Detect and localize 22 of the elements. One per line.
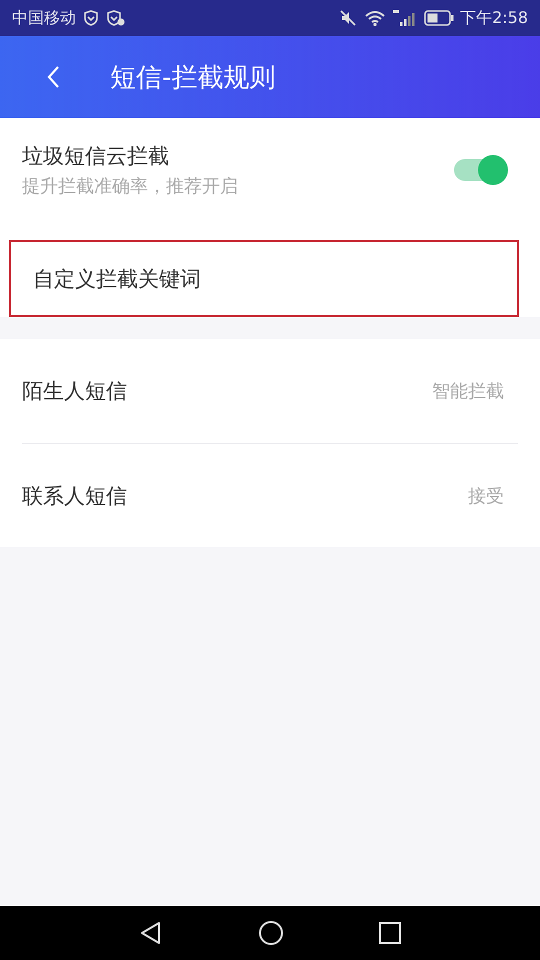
setting-title[interactable]: 联系人短信 (22, 482, 127, 510)
back-icon (46, 65, 60, 89)
shield-icon (82, 9, 100, 27)
settings-row[interactable]: 垃圾短信云拦截 提升拦截准确率，推荐开启 (22, 118, 518, 222)
highlighted-row[interactable]: 自定义拦截关键词 (9, 240, 519, 317)
setting-value: 接受 (468, 484, 504, 508)
setting-title[interactable]: 垃圾短信云拦截 (22, 142, 238, 170)
settings-row[interactable]: 陌生人短信 智能拦截 (22, 339, 518, 443)
battery-icon (424, 10, 454, 26)
setting-description: 提升拦截准确率，推荐开启 (22, 175, 238, 198)
settings-row[interactable]: 联系人短信 接受 (22, 443, 518, 547)
home-icon[interactable] (258, 920, 284, 946)
setting-title: 自定义拦截关键词 (33, 266, 201, 292)
setting-title[interactable]: 陌生人短信 (22, 377, 127, 405)
shield-icon (106, 9, 126, 27)
status-time: 下午2:58 (460, 8, 528, 28)
carrier-name: 中国移动 (12, 8, 76, 28)
mute-icon (338, 9, 358, 27)
wifi-icon (364, 9, 386, 27)
recent-apps-icon[interactable] (378, 921, 402, 945)
setting-value: 智能拦截 (432, 380, 504, 403)
screen-title: 短信-拦截规则 (110, 62, 276, 94)
